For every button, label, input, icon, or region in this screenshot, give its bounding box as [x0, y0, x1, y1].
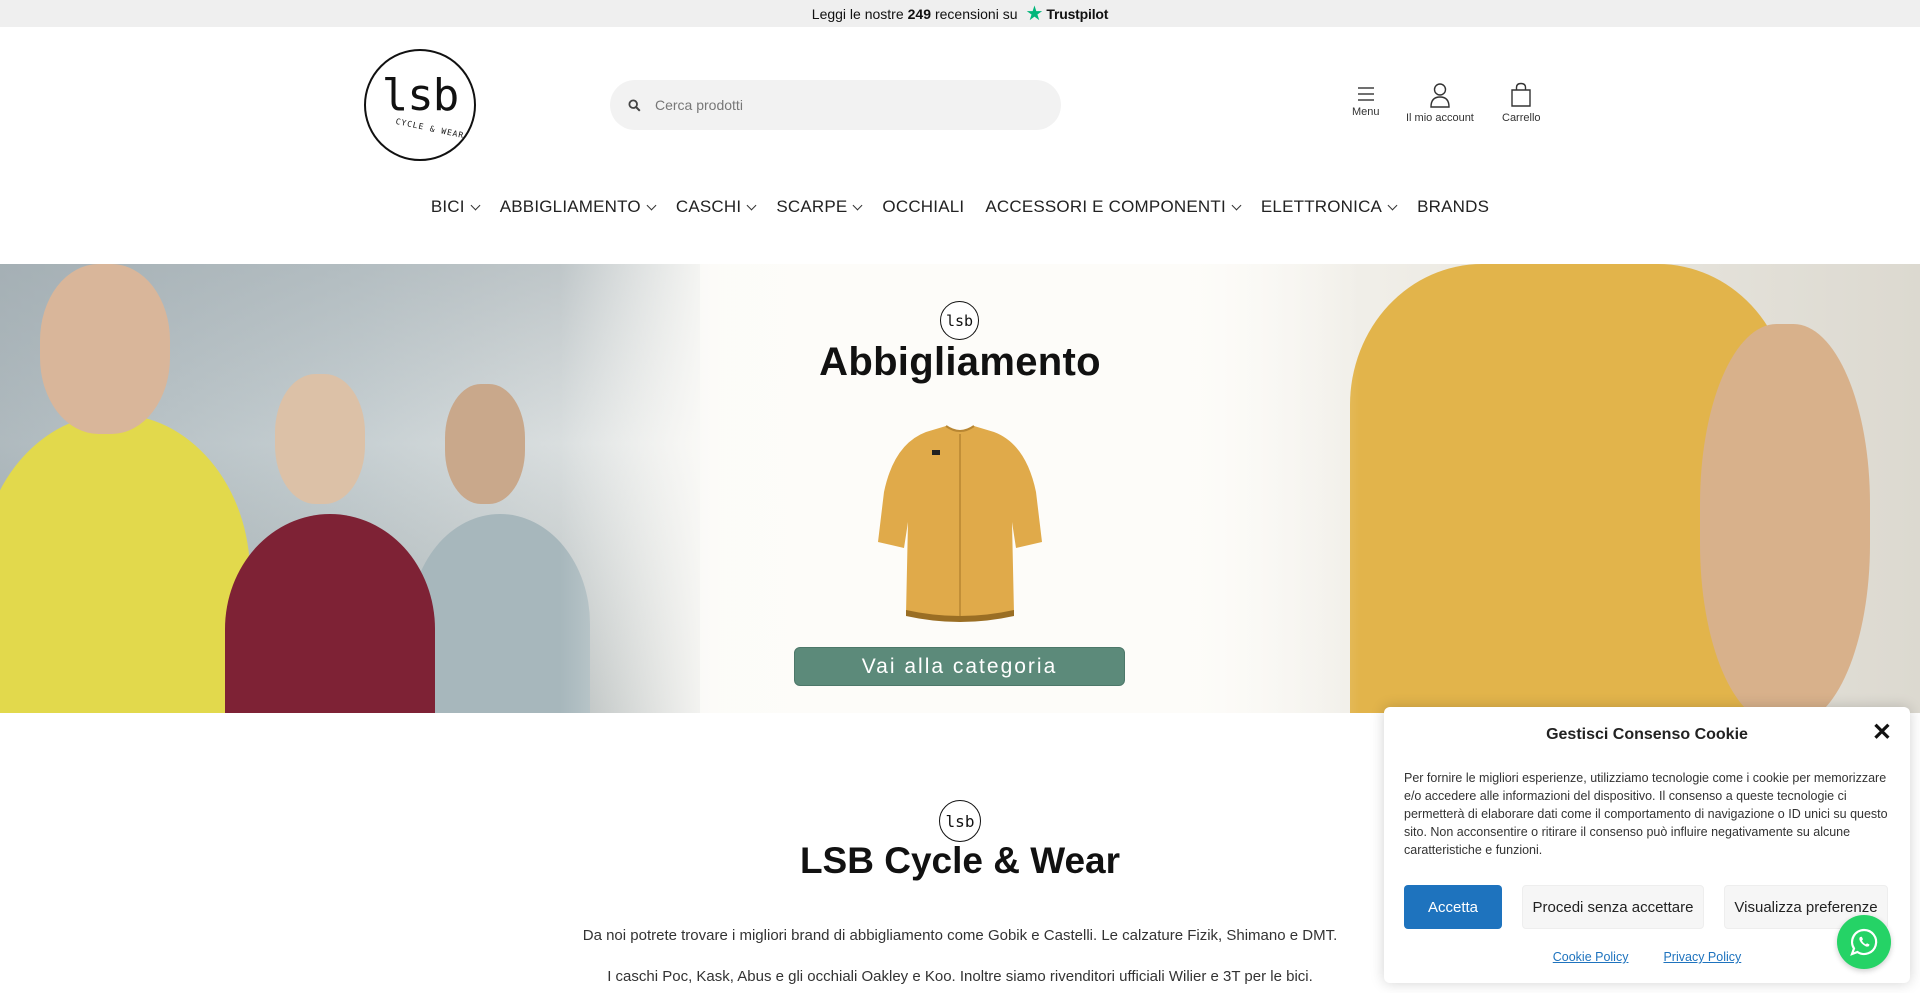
nav-item-scarpe[interactable]: SCARPE [776, 197, 863, 217]
cookie-title: Gestisci Consenso Cookie [1546, 726, 1748, 743]
search-bar[interactable] [610, 80, 1061, 130]
logo-text: lsb [381, 69, 459, 121]
trustpilot-bar[interactable]: Leggi le nostre 249 recensioni su ★ Trus… [0, 0, 1920, 27]
nav-label: ACCESSORI E COMPONENTI [985, 197, 1226, 216]
nav-item-caschi[interactable]: CASCHI [675, 197, 757, 217]
close-icon[interactable]: ✕ [1872, 721, 1892, 745]
menu-label: Menu [1352, 106, 1380, 118]
nav-label: ELETTRONICA [1260, 197, 1383, 216]
cookie-policy-link[interactable]: Cookie Policy [1553, 950, 1629, 964]
chevron-down-icon [746, 200, 757, 210]
chevron-down-icon [646, 200, 657, 210]
cart-button[interactable]: Carrello [1502, 82, 1541, 124]
nav-label: SCARPE [776, 197, 848, 216]
nav-item-bici[interactable]: BICI [430, 197, 481, 217]
cookie-links: Cookie Policy Privacy Policy [1384, 950, 1910, 964]
chevron-down-icon [470, 200, 481, 210]
hero-model-head [445, 384, 525, 504]
privacy-policy-link[interactable]: Privacy Policy [1663, 950, 1741, 964]
account-label: Il mio account [1406, 112, 1474, 124]
whatsapp-icon [1850, 928, 1878, 956]
nav-label: BICI [430, 197, 465, 216]
nav-label: BRANDS [1417, 197, 1490, 216]
accept-button[interactable]: Accetta [1404, 885, 1502, 929]
hero-logo: lsb [940, 301, 979, 340]
nav-item-elettronica[interactable]: ELETTRONICA [1260, 197, 1398, 217]
cookie-consent-panel: Gestisci Consenso Cookie ✕ Per fornire l… [1384, 707, 1910, 983]
about-logo: lsb [939, 800, 981, 842]
bag-icon [1511, 82, 1531, 107]
chevron-down-icon [1387, 200, 1398, 210]
nav-item-occhiali[interactable]: OCCHIALI [882, 197, 964, 217]
user-icon [1430, 83, 1450, 108]
chevron-down-icon [1231, 200, 1242, 210]
nav-item-brands[interactable]: BRANDS [1417, 197, 1489, 217]
cart-label: Carrello [1502, 112, 1541, 124]
nav-label: CASCHI [675, 197, 742, 216]
site-logo[interactable]: lsb CYCLE & WEAR [364, 49, 476, 161]
whatsapp-button[interactable] [1837, 915, 1891, 969]
nav-label: ABBIGLIAMENTO [499, 197, 641, 216]
reviews-suffix: recensioni su [934, 5, 1018, 22]
star-icon: ★ [1025, 2, 1044, 25]
deny-button[interactable]: Procedi senza accettare [1522, 885, 1704, 929]
nav-label: OCCHIALI [882, 197, 965, 216]
chevron-down-icon [852, 200, 863, 210]
reviews-count: 249 [907, 5, 931, 22]
search-input[interactable] [655, 97, 1035, 113]
main-navigation: BICI ABBIGLIAMENTO CASCHI SCARPE OCCHIAL… [0, 197, 1920, 217]
nav-item-accessori[interactable]: ACCESSORI E COMPONENTI [985, 197, 1242, 217]
menu-icon [1357, 87, 1374, 101]
account-button[interactable]: Il mio account [1406, 82, 1474, 124]
nav-item-abbigliamento[interactable]: ABBIGLIAMENTO [499, 197, 657, 217]
trustpilot-brand: Trustpilot [1046, 5, 1109, 22]
search-icon [628, 98, 641, 112]
hero-model-head [275, 374, 365, 504]
hero-title: Abbigliamento [819, 340, 1101, 384]
cookie-text: Per fornire le migliori esperienze, util… [1404, 771, 1888, 857]
jersey-image [878, 425, 1042, 622]
reviews-prefix: Leggi le nostre [811, 5, 904, 22]
menu-button[interactable]: Menu [1352, 86, 1380, 118]
category-button[interactable]: Vai alla categoria [794, 647, 1125, 686]
